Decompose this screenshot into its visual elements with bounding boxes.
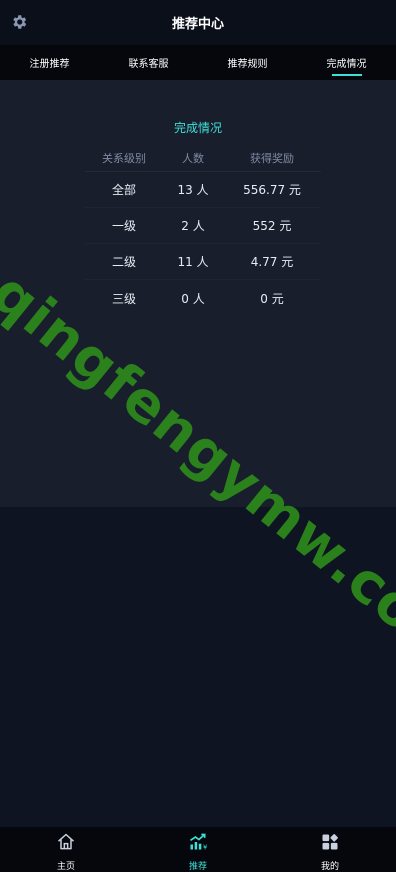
nav-label: 主页: [56, 862, 75, 872]
reward-cell: 0 元: [260, 291, 284, 306]
tab-register-referral[interactable]: 注册推荐: [0, 45, 99, 80]
section-title: 完成情况: [173, 121, 222, 135]
home-icon: [56, 832, 76, 856]
active-tab-underline: [331, 74, 362, 76]
level-cell: 二级: [111, 255, 136, 269]
nav-label: 我的: [320, 862, 339, 872]
table-row: 三级 0 人 0 元: [85, 280, 321, 316]
count-cell: 13 人: [177, 183, 209, 197]
nav-item-home[interactable]: 主页: [0, 827, 132, 872]
reward-cell: 4.77 元: [250, 255, 294, 269]
column-header-level: 关系级别: [102, 152, 146, 165]
tab-contact-support[interactable]: 联系客服: [99, 45, 198, 80]
level-cell: 三级: [111, 291, 136, 306]
tab-bar: 注册推荐 联系客服 推荐规则 完成情况: [0, 45, 396, 80]
referral-summary-table: 关系级别 人数 获得奖励 全部 13 人 556.77 元 一级 2 人 552…: [85, 145, 321, 316]
table-row: 一级 2 人 552 元: [85, 208, 321, 244]
tab-label: 完成情况: [326, 59, 367, 70]
tab-label: 联系客服: [128, 59, 169, 70]
reward-cell: 556.77 元: [243, 183, 301, 197]
level-cell: 一级: [111, 219, 136, 233]
tab-label: 注册推荐: [29, 59, 70, 70]
table-row: 全部 13 人 556.77 元: [85, 172, 321, 208]
column-header-count: 人数: [182, 152, 204, 165]
level-cell: 全部: [111, 183, 136, 197]
table-header: 关系级别 人数 获得奖励: [85, 145, 321, 172]
chart-growth-icon: ¥: [188, 832, 208, 856]
nav-item-referral[interactable]: ¥ 推荐: [132, 827, 264, 872]
column-header-reward: 获得奖励: [250, 152, 294, 165]
bottom-nav: 主页 ¥ 推荐 我的: [0, 827, 396, 872]
count-cell: 0 人: [181, 291, 205, 306]
count-cell: 2 人: [181, 219, 205, 233]
top-header: 推荐中心: [0, 0, 396, 45]
apps-icon: [320, 832, 340, 856]
reward-cell: 552 元: [252, 219, 292, 233]
nav-label: 推荐: [188, 862, 207, 872]
nav-item-mine[interactable]: 我的: [264, 827, 396, 872]
svg-text:¥: ¥: [203, 844, 207, 852]
page-title: 推荐中心: [171, 17, 224, 32]
gear-icon[interactable]: [10, 13, 28, 31]
tab-referral-rules[interactable]: 推荐规则: [198, 45, 297, 80]
tab-label: 推荐规则: [227, 59, 268, 70]
count-cell: 11 人: [177, 255, 209, 269]
table-row: 二级 11 人 4.77 元: [85, 244, 321, 280]
tab-completion-status[interactable]: 完成情况: [297, 45, 396, 80]
